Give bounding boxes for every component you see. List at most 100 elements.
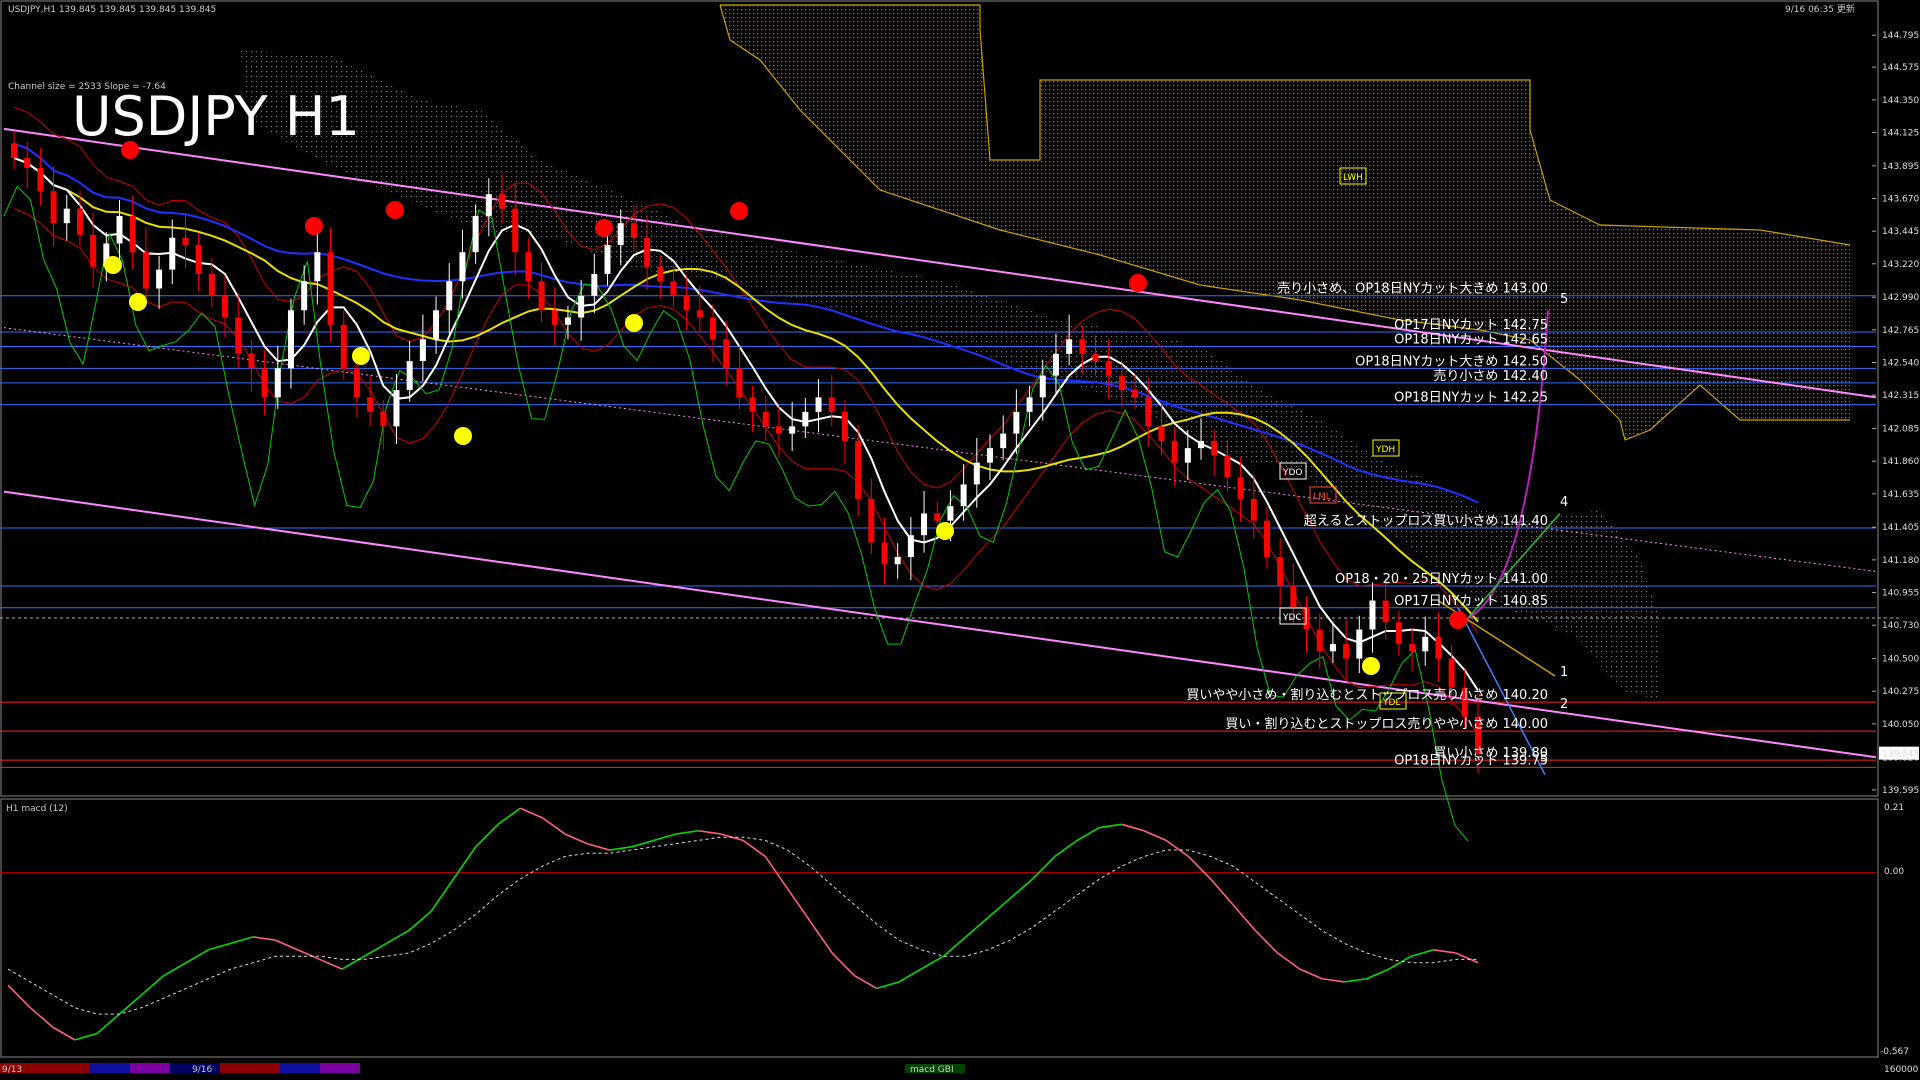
signal-down-marker [305, 217, 323, 235]
candle-body [841, 411, 848, 441]
y-tick-label: 142.315 [1882, 391, 1919, 401]
candle-body [195, 244, 202, 274]
resistance-label: OP17日NYカット 140.85 [1394, 594, 1548, 609]
candle-body [644, 237, 651, 267]
candle-body [987, 448, 993, 463]
candle-body [657, 266, 664, 282]
candle-body [1013, 411, 1020, 434]
y-tick-label: 143.220 [1882, 260, 1919, 270]
candle-body [617, 223, 624, 245]
resistance-label: OP17日NYカット 142.75 [1394, 318, 1548, 333]
candle-body [749, 397, 756, 412]
candle-body [1448, 658, 1455, 688]
y-tick-label: 144.795 [1882, 31, 1919, 41]
signal-up-marker [129, 293, 147, 311]
candle-body [1105, 361, 1112, 376]
candle-body [762, 411, 769, 427]
candle-body [736, 368, 743, 398]
candle-body [564, 317, 571, 325]
resistance-label: 売り小さめ、OP18日NYカット大きめ 143.00 [1277, 281, 1548, 297]
candle-body [1343, 644, 1350, 659]
candle-body [894, 556, 901, 565]
y-tick-label: 140.500 [1882, 655, 1919, 665]
candle-body [116, 215, 123, 244]
macd-panel-frame [0, 798, 1879, 1058]
signal-down-marker [1129, 274, 1147, 292]
candle-body [1435, 636, 1442, 659]
candle-body [538, 281, 545, 311]
chart-title: USDJPY H1 [72, 85, 360, 148]
marker-label: YDC [1282, 613, 1302, 623]
candle-body [63, 208, 70, 224]
candle-body [1395, 622, 1402, 645]
price-chart[interactable]: YDOYDHYDCYDLLMLLWH 売り小さめ、OP18日NYカット大きめ 1… [0, 0, 1920, 1080]
y-tick-label: 141.405 [1882, 523, 1919, 533]
macd-scale-top: 0.21 [1884, 803, 1904, 813]
candle-body [11, 143, 17, 158]
candle-body [208, 273, 215, 296]
candle-body [287, 310, 294, 369]
price-axis: 144.795 144.575 144.350 144.125 143.895 143.6… [1872, 31, 1919, 796]
candle-body [591, 273, 598, 296]
signal-up-marker [936, 522, 954, 540]
candle-body [37, 168, 44, 192]
candle-body [406, 361, 413, 391]
macd-title: H1 macd (12) [6, 804, 68, 814]
candle-body [1290, 586, 1297, 608]
y-tick-label: 141.180 [1882, 556, 1919, 566]
candle-body [182, 237, 189, 245]
candle-body [775, 426, 782, 434]
candle-body [881, 542, 888, 565]
candle-body [630, 223, 637, 238]
signal-down-marker [595, 219, 613, 237]
signal-up-marker [104, 256, 122, 274]
candle-body [472, 215, 479, 253]
y-tick-label: 140.275 [1882, 687, 1919, 697]
marker-label: LML [1313, 492, 1331, 502]
date-left: 9/13 [2, 1065, 22, 1075]
candle-body [723, 339, 730, 369]
resistance-label: OP18日NYカット大きめ 142.50 [1355, 354, 1548, 369]
candle-body [314, 252, 321, 282]
candle-body [1356, 629, 1363, 659]
y-tick-label: 144.350 [1882, 96, 1919, 106]
y-tick-label: 140.955 [1882, 589, 1919, 599]
candle-body [76, 208, 83, 235]
candle-body [907, 535, 914, 557]
candle-body [1052, 353, 1059, 376]
signal-up-marker [1362, 657, 1380, 675]
candle-body [24, 157, 31, 169]
resistance-label: OP18日NYカット 142.25 [1394, 391, 1548, 406]
candle-body [301, 281, 308, 311]
candle-body [512, 208, 519, 253]
candle-body [1158, 426, 1165, 441]
signal-up-marker [454, 427, 472, 445]
y-tick-label: 144.125 [1882, 128, 1919, 138]
y-tick-label: 142.540 [1882, 359, 1919, 369]
resistance-label: 超えるとストップロス買い小さめ 141.40 [1304, 514, 1548, 529]
candle-body [1184, 448, 1191, 463]
candle-body [235, 317, 242, 354]
y-tick-label: 142.990 [1882, 293, 1919, 303]
candle-body [868, 498, 875, 543]
wave-label: 4 [1560, 495, 1568, 510]
candle-body [485, 194, 492, 216]
resistance-label: OP18・20・25日NYカット 141.00 [1335, 572, 1548, 587]
candle-body [156, 269, 163, 289]
y-tick-label: 142.765 [1882, 326, 1919, 336]
signal-down-marker [386, 201, 404, 219]
candle-body [1079, 339, 1086, 354]
signal-down-marker [1449, 611, 1467, 629]
y-tick-label: 143.895 [1882, 162, 1919, 172]
support-label: 買い・割り込むとストップロス売りやや小さめ 140.00 [1225, 716, 1548, 732]
signal-down-marker [730, 202, 748, 220]
current-price-label: 139.845 [1882, 750, 1919, 760]
candle-body [815, 397, 822, 412]
y-tick-label: 140.730 [1882, 621, 1919, 631]
wave-label: 2 [1560, 697, 1568, 712]
candle-body [261, 368, 268, 398]
candle-body [446, 281, 453, 311]
candle-body [1369, 600, 1376, 630]
candle-body [1000, 433, 1007, 449]
candle-body [222, 295, 229, 318]
